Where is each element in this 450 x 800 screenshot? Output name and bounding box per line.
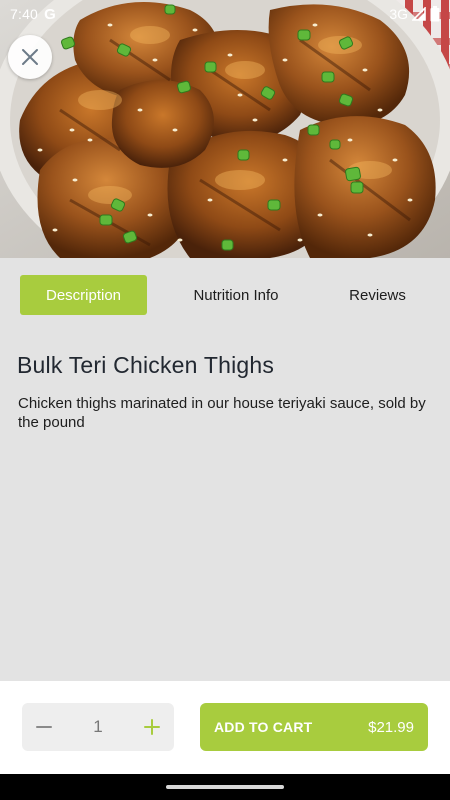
product-tabs: Description Nutrition Info Reviews xyxy=(20,275,430,315)
tab-description[interactable]: Description xyxy=(20,275,147,315)
product-image xyxy=(0,0,450,258)
close-button[interactable] xyxy=(8,35,52,79)
product-title: Bulk Teri Chicken Thighs xyxy=(17,352,275,378)
decrement-button[interactable] xyxy=(34,717,54,737)
bottom-action-bar: 1 ADD TO CART $21.99 xyxy=(0,681,450,774)
google-icon: G xyxy=(44,5,56,23)
quantity-value: 1 xyxy=(93,717,103,736)
network-type: 3G xyxy=(389,6,408,22)
plus-icon xyxy=(144,719,160,735)
add-to-cart-button[interactable]: ADD TO CART $21.99 xyxy=(200,703,428,751)
status-time: 7:40 xyxy=(10,6,39,22)
signal-icon xyxy=(412,7,426,21)
add-to-cart-label: ADD TO CART xyxy=(214,719,313,735)
system-nav-bar xyxy=(0,774,450,800)
battery-icon xyxy=(430,6,440,22)
close-icon xyxy=(22,49,38,65)
status-bar: 7:40 G 3G xyxy=(0,0,450,28)
quantity-stepper: 1 xyxy=(22,703,174,751)
product-description: Chicken thighs marinated in our house te… xyxy=(18,395,426,431)
cart-price: $21.99 xyxy=(368,718,414,736)
increment-button[interactable] xyxy=(142,717,162,737)
tab-reviews[interactable]: Reviews xyxy=(325,275,430,315)
home-handle[interactable] xyxy=(166,785,284,789)
chicken-photo xyxy=(0,0,450,258)
tab-nutrition-info[interactable]: Nutrition Info xyxy=(147,275,325,315)
status-icons: 3G xyxy=(389,6,440,22)
minus-icon xyxy=(36,726,52,728)
